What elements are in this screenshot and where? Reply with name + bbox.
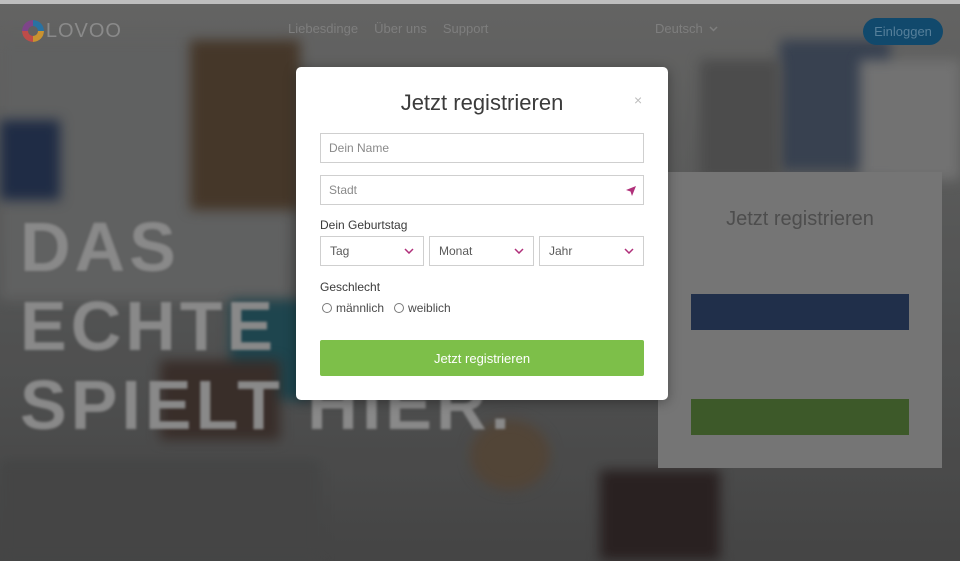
year-select-label: Jahr xyxy=(549,244,573,258)
month-select[interactable]: Monat xyxy=(429,236,534,266)
day-select-label: Tag xyxy=(330,244,350,258)
radio-female[interactable] xyxy=(394,303,405,313)
radio-male-label[interactable]: männlich xyxy=(336,301,384,315)
year-select[interactable]: Jahr xyxy=(539,236,644,266)
modal-title: Jetzt registrieren xyxy=(400,90,564,115)
gender-options: männlich weiblich xyxy=(322,301,451,315)
day-select[interactable]: Tag xyxy=(320,236,424,266)
gender-label: Geschlecht xyxy=(320,280,381,294)
location-arrow-icon[interactable] xyxy=(625,185,637,197)
close-icon[interactable]: × xyxy=(634,92,642,108)
register-submit-button[interactable]: Jetzt registrieren xyxy=(320,340,644,376)
radio-female-label[interactable]: weiblich xyxy=(408,301,451,315)
month-select-label: Monat xyxy=(439,244,473,258)
chevron-down-icon xyxy=(624,248,634,254)
name-input[interactable] xyxy=(320,133,644,163)
registration-modal: Jetzt registrieren × Dein Geburtstag Tag… xyxy=(296,67,668,400)
chevron-down-icon xyxy=(514,248,524,254)
city-input[interactable] xyxy=(320,175,644,205)
radio-male[interactable] xyxy=(322,303,332,313)
birthday-label: Dein Geburtstag xyxy=(320,218,408,232)
chevron-down-icon xyxy=(404,248,414,254)
